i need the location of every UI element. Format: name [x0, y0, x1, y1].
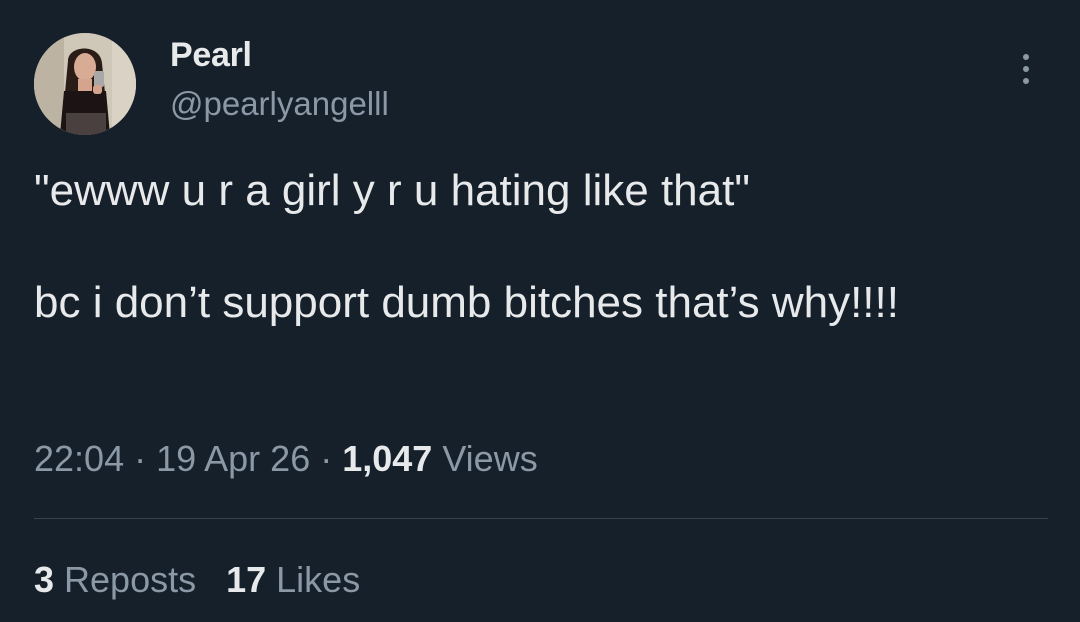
- reposts-link[interactable]: 3 Reposts: [34, 559, 196, 601]
- views-count: 1,047: [342, 438, 433, 479]
- meta-separator: ·: [124, 438, 157, 479]
- author-display-name[interactable]: Pearl: [170, 36, 252, 75]
- engagement-stats: 3 Reposts 17 Likes: [34, 559, 390, 601]
- avatar[interactable]: [34, 33, 136, 135]
- more-dot: [1023, 66, 1029, 72]
- tweet-time[interactable]: 22:04: [34, 438, 124, 479]
- more-options-icon[interactable]: [1012, 54, 1040, 94]
- meta-separator: ·: [310, 438, 343, 479]
- avatar-image: [34, 33, 136, 135]
- tweet-meta: 22:04 · 19 Apr 26 · 1,047 Views: [34, 438, 538, 480]
- more-dot: [1023, 78, 1029, 84]
- tweet-text: "ewww u r a girl y r u hating like that"…: [34, 166, 899, 327]
- tweet-card: Pearl @pearlyangelll "ewww u r a girl y …: [0, 0, 1080, 622]
- divider: [34, 518, 1048, 519]
- more-dot: [1023, 54, 1029, 60]
- likes-count: 17: [226, 559, 267, 600]
- tweet-date[interactable]: 19 Apr 26: [156, 438, 310, 479]
- likes-link[interactable]: 17 Likes: [226, 559, 360, 601]
- reposts-count: 3: [34, 559, 55, 600]
- author-handle[interactable]: @pearlyangelll: [170, 85, 389, 123]
- views-label: Views: [432, 438, 538, 479]
- reposts-label: Reposts: [54, 559, 197, 600]
- likes-label: Likes: [266, 559, 361, 600]
